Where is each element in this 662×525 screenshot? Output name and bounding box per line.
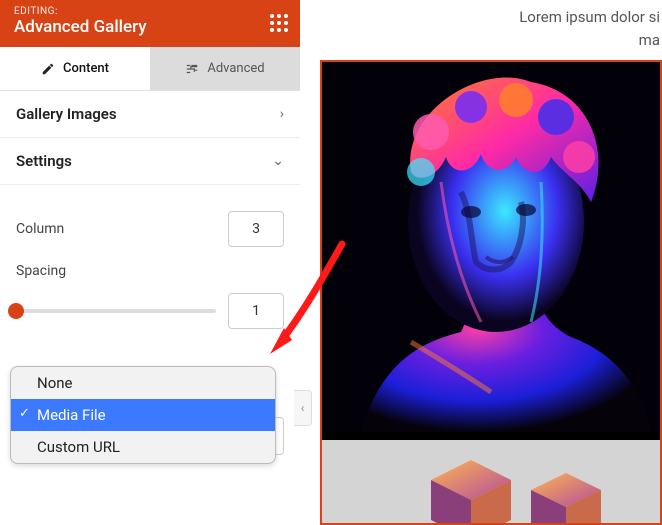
chevron-left-icon: ‹ xyxy=(301,401,305,415)
tabs: Content Advanced xyxy=(0,47,300,91)
placeholder-text: Lorem ipsum dolor si ma xyxy=(300,0,662,51)
collapse-sidebar-button[interactable]: ‹ xyxy=(294,390,312,426)
gallery-image xyxy=(322,62,660,432)
widget-header: EDITING: Advanced Gallery xyxy=(0,0,300,47)
section-title: Gallery Images xyxy=(16,105,117,123)
spacing-input[interactable] xyxy=(228,293,284,329)
option-label: None xyxy=(37,374,73,392)
gallery-frame[interactable] xyxy=(320,60,662,525)
dropdown-option-none[interactable]: None xyxy=(11,367,275,399)
option-label: Media File xyxy=(37,406,106,424)
column-label: Column xyxy=(16,221,64,237)
pencil-icon xyxy=(41,62,55,76)
dropdown-option-media-file[interactable]: ✓ Media File xyxy=(11,399,275,431)
spacing-slider[interactable] xyxy=(16,309,216,313)
canvas-preview: Lorem ipsum dolor si ma xyxy=(300,0,662,525)
section-gallery-images[interactable]: Gallery Images › xyxy=(0,91,300,138)
editing-label: EDITING: xyxy=(14,6,286,17)
chevron-down-icon: ⌄ xyxy=(272,153,284,169)
spacing-row xyxy=(16,293,284,329)
drag-handle-icon[interactable] xyxy=(270,14,288,32)
chevron-right-icon: › xyxy=(280,106,284,122)
slider-thumb[interactable] xyxy=(8,303,24,319)
tab-advanced-label: Advanced xyxy=(207,61,264,76)
section-settings[interactable]: Settings ⌄ xyxy=(0,138,300,185)
tab-content[interactable]: Content xyxy=(0,47,150,90)
tab-content-label: Content xyxy=(63,61,109,76)
section-title: Settings xyxy=(16,152,72,170)
column-input[interactable] xyxy=(228,211,284,247)
editor-sidebar: EDITING: Advanced Gallery Content Advanc… xyxy=(0,0,300,525)
widget-title: Advanced Gallery xyxy=(14,17,286,37)
dropdown-option-custom-url[interactable]: Custom URL xyxy=(11,431,275,463)
sliders-icon xyxy=(185,62,199,76)
column-row: Column xyxy=(16,211,284,247)
gallery-image-2 xyxy=(322,440,660,525)
tab-advanced[interactable]: Advanced xyxy=(150,47,300,90)
option-label: Custom URL xyxy=(37,438,120,456)
lorem-line: Lorem ipsum dolor si xyxy=(300,6,660,29)
spacing-label: Spacing xyxy=(16,263,284,279)
check-icon: ✓ xyxy=(19,406,30,421)
lorem-line: ma xyxy=(300,29,660,52)
link-to-dropdown[interactable]: None ✓ Media File Custom URL xyxy=(10,366,276,464)
